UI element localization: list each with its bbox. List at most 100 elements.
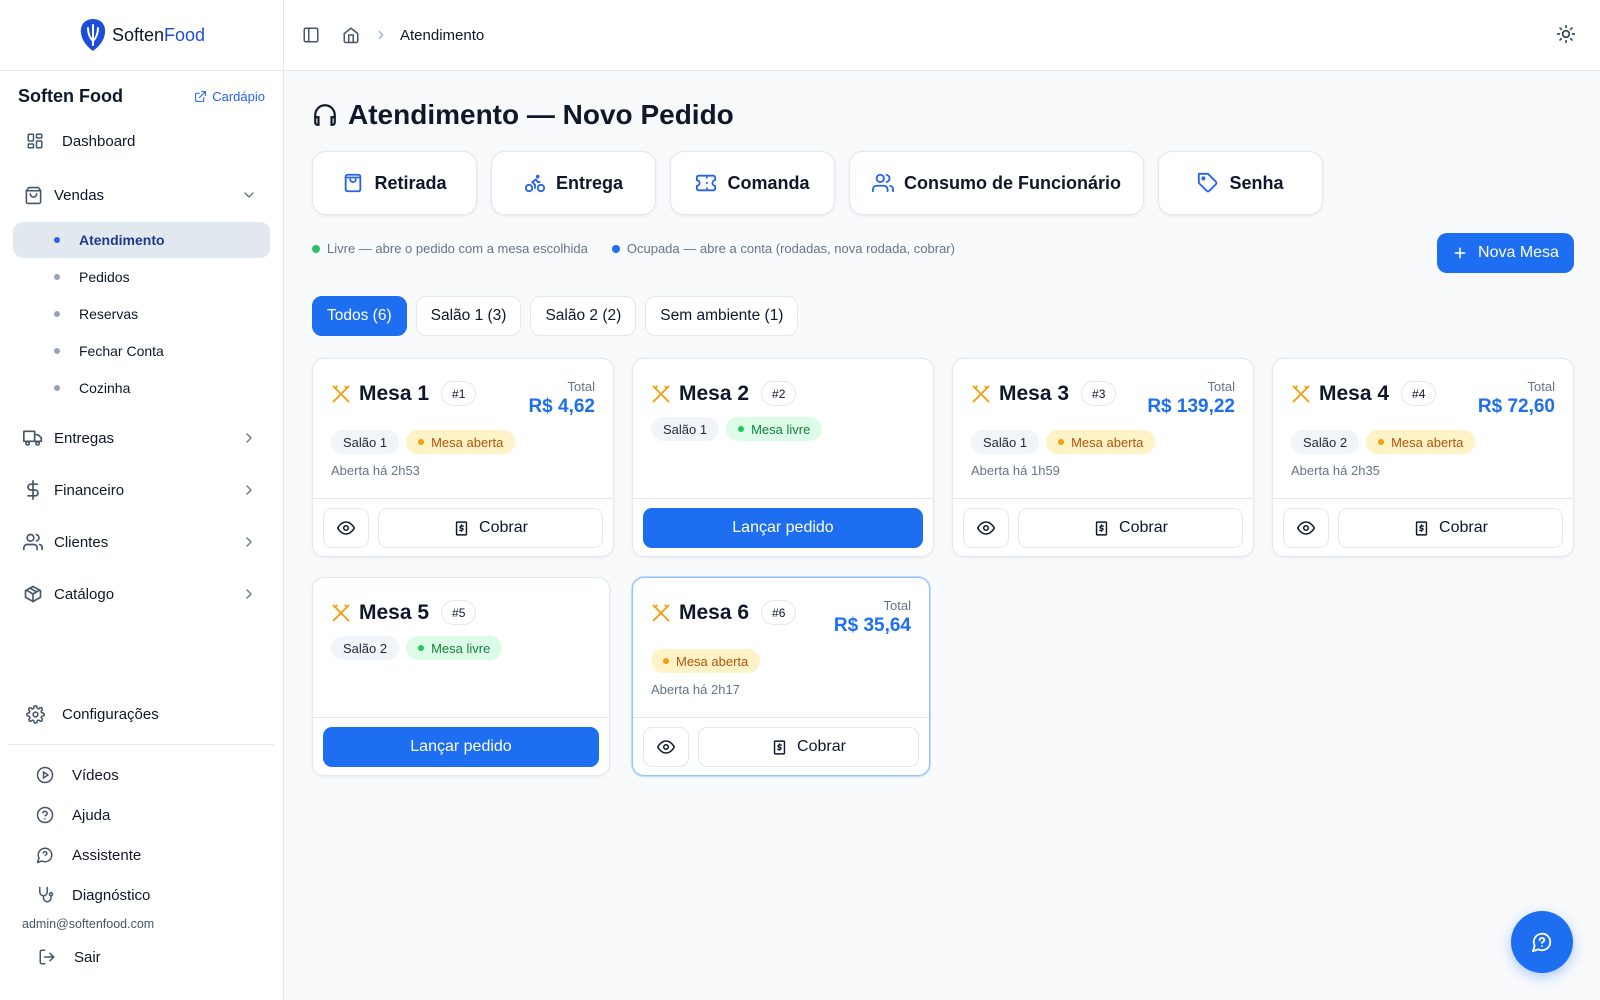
logout-icon (36, 946, 58, 968)
sidebar-item-diagnostico[interactable]: Diagnóstico (0, 875, 283, 915)
status-badge: Mesa aberta (1046, 430, 1156, 454)
table-number-badge: #5 (441, 600, 477, 625)
mode-entrega-button[interactable]: Entrega (491, 151, 656, 215)
chevron-down-icon (241, 187, 257, 203)
filter-salao-1[interactable]: Salão 1 (3) (415, 296, 522, 336)
table-total: Total R$ 139,22 (1147, 379, 1235, 418)
total-label: Total (883, 598, 911, 613)
shopping-bag-icon (342, 172, 364, 194)
view-button[interactable] (963, 508, 1009, 548)
sidebar-group-catalogo[interactable]: Catálogo (0, 568, 283, 620)
sidebar-group-vendas[interactable]: Vendas (0, 169, 283, 221)
open-since: Aberta há 1h59 (971, 463, 1060, 478)
total-label: Total (1527, 379, 1555, 394)
dashboard-icon (24, 130, 46, 152)
chat-help-icon (1531, 932, 1552, 953)
topbar: Atendimento (284, 0, 1600, 71)
utensils-icon (971, 384, 991, 404)
receipt-icon (771, 739, 788, 756)
utensils-icon (331, 603, 351, 623)
sidebar-item-fechar-conta[interactable]: Fechar Conta (13, 333, 270, 369)
area-badge: Salão 2 (331, 636, 400, 660)
filter-todos[interactable]: Todos (6) (312, 296, 407, 336)
table-name: Mesa 1 (359, 381, 430, 405)
menu-link[interactable]: Cardápio (194, 89, 265, 104)
table-name: Mesa 4 (1319, 381, 1390, 405)
table-number-badge: #3 (1081, 381, 1117, 406)
home-icon[interactable] (342, 26, 360, 44)
plus-icon (1454, 247, 1466, 259)
status-badge: Mesa livre (726, 417, 823, 441)
eye-icon (337, 519, 355, 537)
view-button[interactable] (643, 727, 689, 767)
area-badge: Salão 1 (971, 430, 1040, 454)
status-badge: Mesa aberta (1366, 430, 1476, 454)
area-badge: Salão 2 (1291, 430, 1360, 454)
view-button[interactable] (323, 508, 369, 548)
total-label: Total (567, 379, 595, 394)
mode-senha-button[interactable]: Senha (1158, 151, 1323, 215)
sidebar-item-videos[interactable]: Vídeos (0, 755, 283, 795)
play-circle-icon (34, 764, 56, 786)
sidebar-item-ajuda[interactable]: Ajuda (0, 795, 283, 835)
truck-icon (22, 427, 44, 449)
users-icon (22, 531, 44, 553)
total-value: R$ 4,62 (528, 396, 595, 417)
sidebar-group-financeiro[interactable]: Financeiro (0, 464, 283, 516)
chevron-right-icon (241, 534, 257, 550)
table-card[interactable]: Mesa 1 #1 Total R$ 4,62 Salão 1 Mesa aberta Ab… (312, 358, 614, 557)
table-name: Mesa 3 (999, 381, 1070, 405)
filter-sem-ambiente[interactable]: Sem ambiente (1) (645, 296, 799, 336)
eye-icon (1297, 519, 1315, 537)
chat-icon (34, 844, 56, 866)
sidebar-toggle-icon[interactable] (302, 26, 320, 44)
eye-icon (977, 519, 995, 537)
view-button[interactable] (1283, 508, 1329, 548)
sidebar-item-pedidos[interactable]: Pedidos (13, 259, 270, 295)
chevron-right-icon (241, 482, 257, 498)
area-badge: Salão 1 (651, 417, 720, 441)
sidebar-item-dashboard[interactable]: Dashboard (0, 119, 283, 163)
table-card[interactable]: Mesa 2 #2 Salão 1 Mesa livre Lançar pedido (632, 358, 934, 557)
table-card[interactable]: Mesa 4 #4 Total R$ 72,60 Salão 2 Mesa aberta A… (1272, 358, 1574, 557)
charge-button[interactable]: Cobrar (1338, 508, 1563, 548)
filter-salao-2[interactable]: Salão 2 (2) (530, 296, 637, 336)
total-value: R$ 35,64 (833, 615, 911, 636)
logo[interactable]: SoftenFood (0, 0, 283, 71)
launch-order-button[interactable]: Lançar pedido (323, 727, 599, 767)
area-badge: Salão 1 (331, 430, 400, 454)
logo-icon (80, 19, 106, 51)
legend-free: Livre — abre o pedido com a mesa escolhi… (312, 241, 588, 256)
chevron-right-icon (241, 586, 257, 602)
receipt-icon (453, 520, 470, 537)
sidebar-group-clientes[interactable]: Clientes (0, 516, 283, 568)
logo-text: SoftenFood (111, 24, 206, 45)
open-since: Aberta há 2h17 (651, 682, 740, 697)
charge-button[interactable]: Cobrar (1018, 508, 1243, 548)
eye-icon (657, 738, 675, 756)
table-card[interactable]: Mesa 5 #5 Salão 2 Mesa livre Lançar pedido (312, 577, 610, 776)
open-since: Aberta há 2h53 (331, 463, 420, 478)
table-card[interactable]: Mesa 6 #6 Total R$ 35,64 Mesa aberta Aberta h… (632, 577, 930, 776)
sidebar-group-entregas[interactable]: Entregas (0, 412, 283, 464)
mode-consumo-funcionario-button[interactable]: Consumo de Funcionário (849, 151, 1144, 215)
chat-assistant-button[interactable] (1511, 911, 1573, 973)
sidebar-item-reservas[interactable]: Reservas (13, 296, 270, 332)
charge-button[interactable]: Cobrar (698, 727, 919, 767)
table-card[interactable]: Mesa 3 #3 Total R$ 139,22 Salão 1 Mesa aberta… (952, 358, 1254, 557)
mode-retirada-button[interactable]: Retirada (312, 151, 477, 215)
sidebar-item-configuracoes[interactable]: Configurações (0, 692, 283, 736)
new-table-button[interactable]: Nova Mesa (1437, 233, 1574, 273)
mode-comanda-button[interactable]: Comanda (670, 151, 835, 215)
charge-button[interactable]: Cobrar (378, 508, 603, 548)
sidebar-item-atendimento[interactable]: Atendimento (13, 222, 270, 258)
theme-toggle-sun-icon[interactable] (1556, 24, 1576, 44)
bike-icon (524, 172, 546, 194)
sidebar-item-cozinha[interactable]: Cozinha (13, 370, 270, 406)
logout-button[interactable]: Sair (0, 937, 283, 977)
status-badge: Mesa aberta (406, 430, 516, 454)
sidebar-item-assistente[interactable]: Assistente (0, 835, 283, 875)
utensils-icon (651, 384, 671, 404)
launch-order-button[interactable]: Lançar pedido (643, 508, 923, 548)
sidebar-divider (9, 744, 274, 745)
